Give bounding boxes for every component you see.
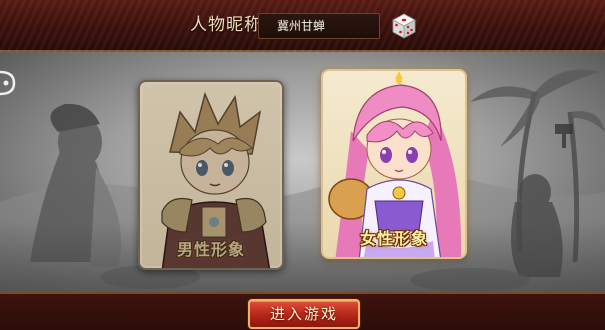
character-select-scene	[0, 52, 605, 292]
dice-icon[interactable]	[390, 12, 418, 40]
sea-shading	[0, 222, 605, 292]
nickname-label: 人物昵称	[190, 15, 262, 35]
nickname-input[interactable]: 冀州甘蝉	[258, 13, 380, 39]
enter-game-button[interactable]: 进入游戏	[248, 299, 360, 329]
male-character-label: 男性形象	[176, 240, 245, 259]
side-tab-icon[interactable]	[0, 70, 18, 96]
female-character-label: 女性形象	[359, 229, 428, 248]
female-character-card[interactable]: 女性形象	[321, 69, 467, 259]
male-character-card[interactable]: 男性形象	[138, 80, 284, 270]
